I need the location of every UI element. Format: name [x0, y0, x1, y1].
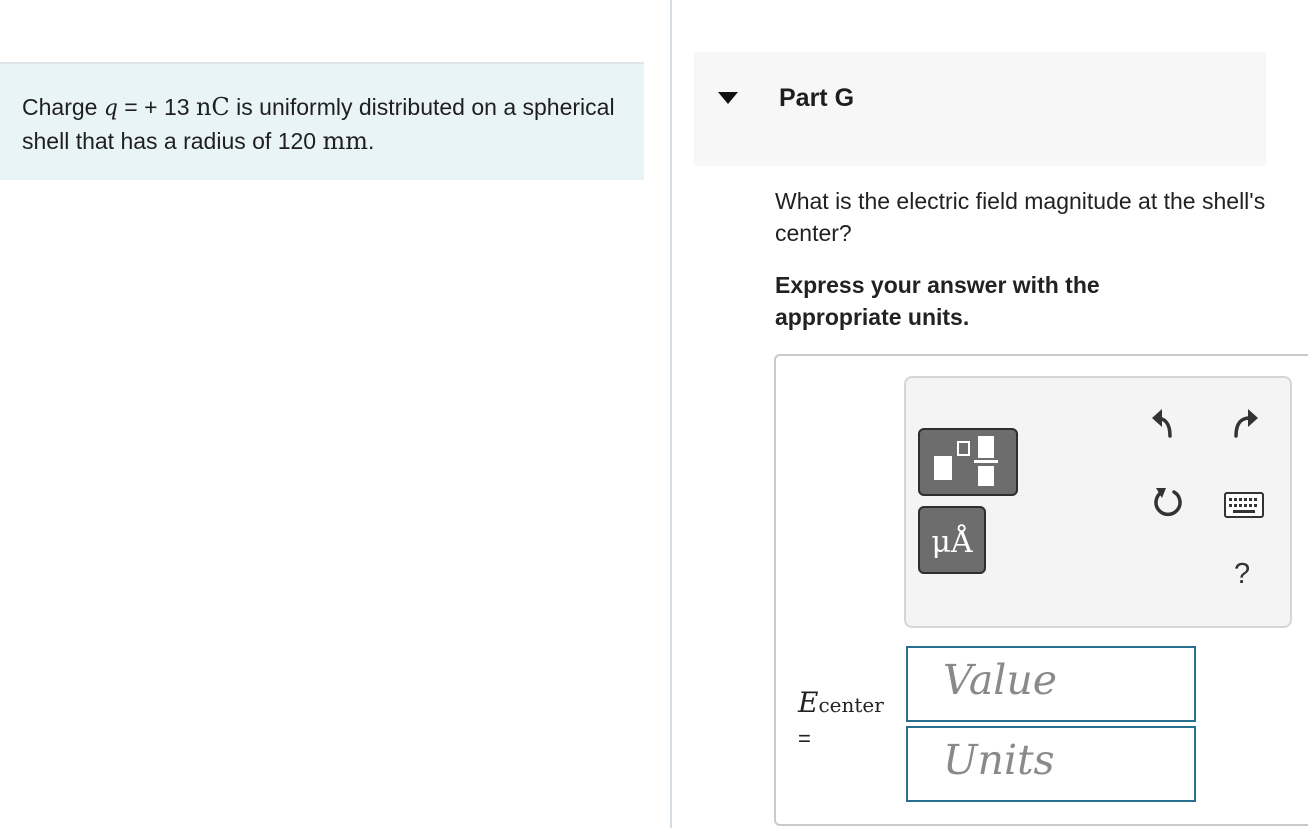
problem-text-prefix: Charge: [22, 94, 104, 120]
panel-divider: [670, 0, 672, 828]
part-header[interactable]: Part G: [694, 52, 1266, 166]
units-button[interactable]: μÅ: [918, 506, 986, 574]
templates-icon: [934, 436, 998, 486]
answer-variable-subscript: center: [818, 693, 884, 717]
undo-icon[interactable]: [1150, 404, 1186, 440]
answer-variable: E: [798, 686, 819, 719]
units-placeholder: Units: [943, 736, 1055, 784]
question-text: What is the electric field magnitude at …: [775, 188, 1266, 246]
collapse-caret-icon[interactable]: [718, 92, 738, 104]
part-title: Part G: [779, 84, 855, 112]
problem-panel: Charge q = + 13 nC is uniformly distribu…: [0, 0, 670, 828]
redo-icon[interactable]: [1226, 404, 1262, 440]
problem-statement: Charge q = + 13 nC is uniformly distribu…: [0, 62, 644, 180]
keyboard-icon[interactable]: [1224, 492, 1264, 518]
value-input[interactable]: Value: [906, 646, 1196, 722]
equals-sign: =: [798, 726, 811, 751]
charge-variable: q: [103, 96, 118, 121]
units-input[interactable]: Units: [906, 726, 1196, 802]
problem-text-suffix: .: [368, 128, 375, 154]
help-button[interactable]: ?: [1234, 558, 1250, 591]
instruction-text: Express your answer with the appropriate…: [775, 272, 1100, 330]
answer-variable-label: Ecenter: [798, 686, 884, 719]
charge-unit: nC: [195, 93, 230, 121]
value-placeholder: Value: [943, 656, 1058, 704]
templates-button[interactable]: [918, 428, 1018, 496]
units-button-label: μÅ: [931, 525, 973, 560]
charge-value: = + 13: [117, 94, 196, 120]
reset-icon[interactable]: [1150, 484, 1186, 520]
radius-unit: mm: [322, 127, 368, 155]
